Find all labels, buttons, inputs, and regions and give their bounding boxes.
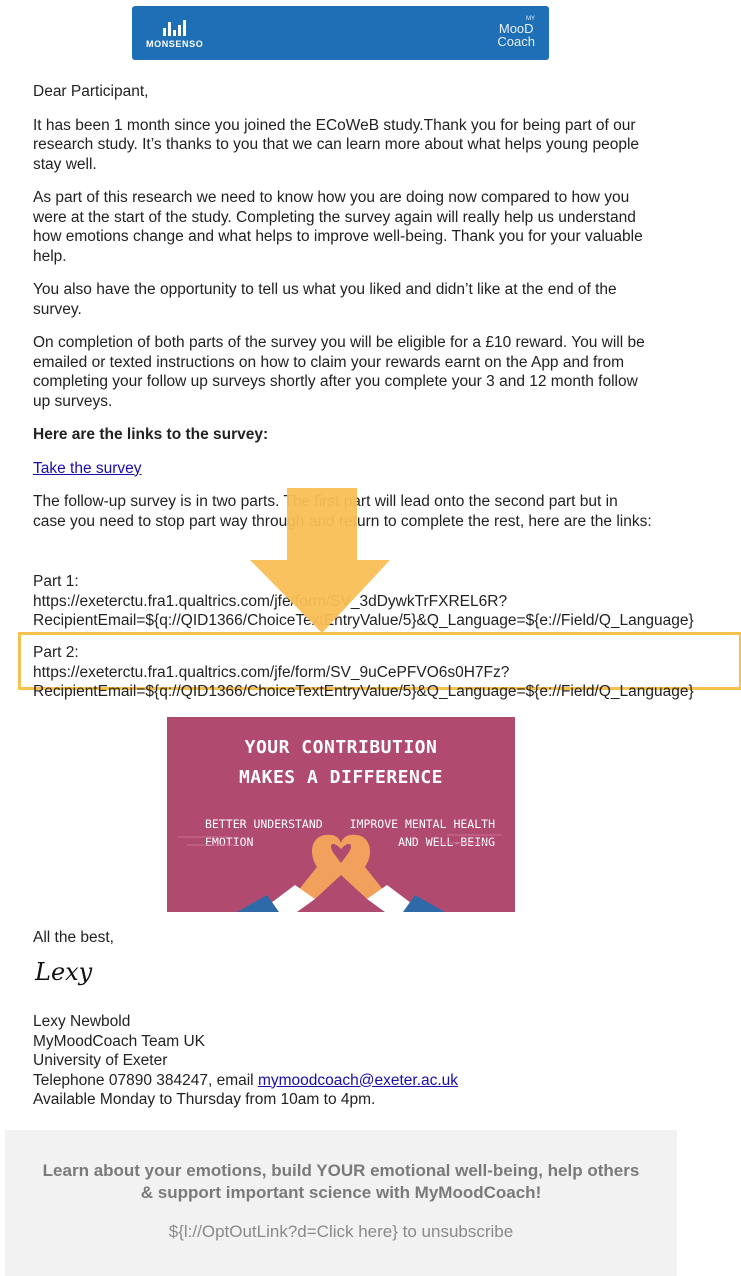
links-heading: Here are the links to the survey: <box>33 426 269 443</box>
paragraph-feedback: You also have the opportunity to tell us… <box>33 281 617 318</box>
part2-url[interactable]: https://exeterctu.fra1.qualtrics.com/jfe… <box>33 663 694 683</box>
email-link[interactable]: mymoodcoach@exeter.ac.uk <box>258 1072 458 1089</box>
part2-params[interactable]: RecipientEmail=${q://QID1366/ChoiceTextE… <box>33 682 694 702</box>
footer-message: Learn about your emotions, build YOUR em… <box>42 1161 640 1202</box>
part2-block: Part 2: https://exeterctu.fra1.qualtrics… <box>33 643 694 702</box>
email-body: Dear Participant, It has been 1 month si… <box>33 82 653 545</box>
sender-hours: Available Monday to Thursday from 10am t… <box>33 1091 376 1108</box>
paragraph-research: As part of this research we need to know… <box>33 189 643 265</box>
brand-right-line2: Coach <box>497 34 535 49</box>
paragraph-intro: It has been 1 month since you joined the… <box>33 116 640 173</box>
take-survey-link[interactable]: Take the survey <box>33 460 142 477</box>
greeting: Dear Participant, <box>33 83 149 100</box>
down-arrow-icon <box>250 488 390 633</box>
closing-text: All the best, <box>33 929 114 946</box>
contact-block: Lexy Newbold MyMoodCoach Team UK Univers… <box>33 1012 458 1110</box>
sender-org: University of Exeter <box>33 1052 168 1069</box>
sender-name: Lexy Newbold <box>33 1013 131 1030</box>
sender-team: MyMoodCoach Team UK <box>33 1032 206 1050</box>
monsenso-logo: MONSENSO <box>146 18 203 49</box>
phone-text: Telephone 07890 384247, email <box>33 1071 258 1089</box>
paragraph-reward: On completion of both parts of the surve… <box>33 334 645 410</box>
sender-phone-line: Telephone 07890 384247, email mymoodcoac… <box>33 1071 458 1091</box>
heart-hands-icon <box>177 834 502 912</box>
part2-label: Part 2: <box>33 644 79 661</box>
unsubscribe-link[interactable]: ${l://OptOutLink?d=Click here} to unsubs… <box>5 1222 677 1242</box>
mymoodcoach-logo: MY MooD Coach <box>497 16 535 48</box>
footer: Learn about your emotions, build YOUR em… <box>5 1130 677 1276</box>
bars-icon <box>146 18 203 36</box>
promo-image: YOUR CONTRIBUTION MAKES A DIFFERENCE BET… <box>167 717 515 912</box>
brand-left-text: MONSENSO <box>146 39 204 49</box>
header-banner: MONSENSO MY MooD Coach <box>132 6 549 60</box>
signature: Lexy <box>35 958 93 986</box>
